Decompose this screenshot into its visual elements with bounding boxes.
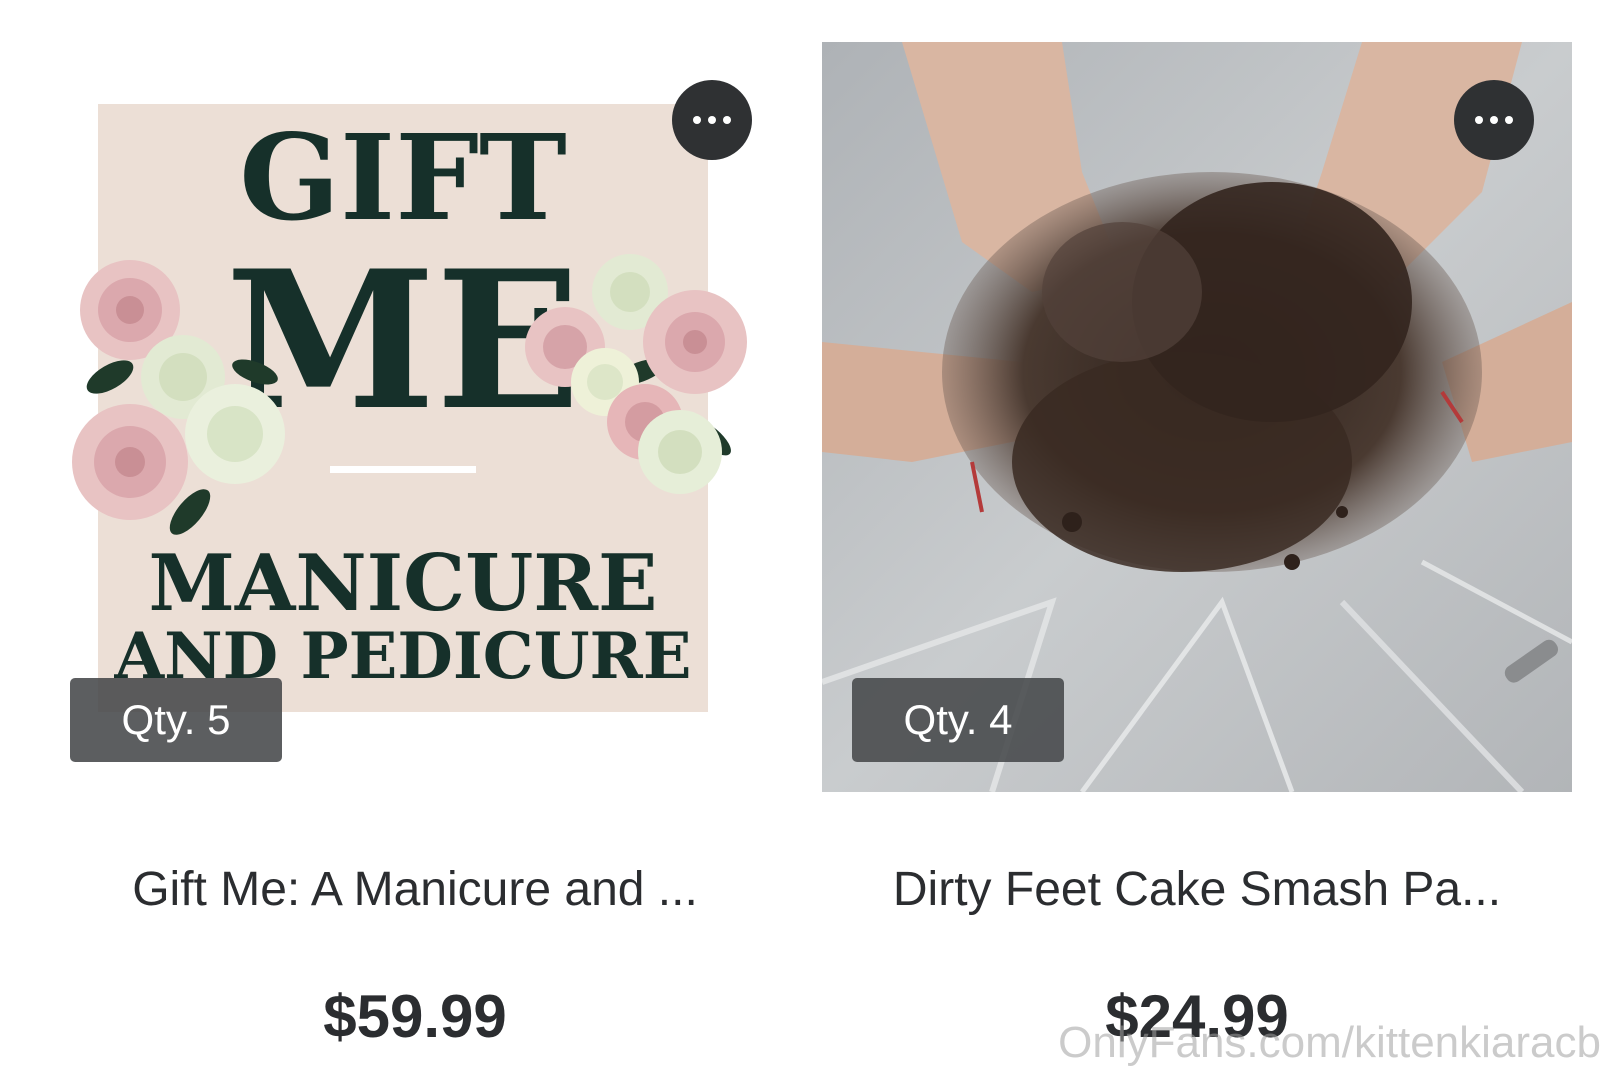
quantity-badge: Qty. 4 xyxy=(852,678,1064,762)
manicure-text: MANICURE xyxy=(148,538,657,629)
product-price: $59.99 xyxy=(323,983,507,1050)
product-title[interactable]: Dirty Feet Cake Smash Pa... xyxy=(822,862,1572,917)
product-card[interactable]: GIFT ME MANICURE AND PEDICURE Qty. 5 Gif… xyxy=(40,42,790,1052)
gift-text: GIFT xyxy=(239,108,567,247)
more-horizontal-icon xyxy=(693,116,731,124)
product-title[interactable]: Gift Me: A Manicure and ... xyxy=(40,862,790,917)
product-image[interactable]: Qty. 4 xyxy=(822,42,1572,792)
product-card[interactable]: Qty. 4 Dirty Feet Cake Smash Pa... $24.9… xyxy=(822,42,1572,1052)
product-grid: GIFT ME MANICURE AND PEDICURE Qty. 5 Gif… xyxy=(0,0,1605,1080)
quantity-badge: Qty. 5 xyxy=(70,678,282,762)
watermark-text: OnlyFans.com/kittenkiaracb xyxy=(1058,1018,1601,1067)
more-options-button[interactable] xyxy=(1454,80,1534,160)
more-options-button[interactable] xyxy=(672,80,752,160)
more-horizontal-icon xyxy=(1475,116,1513,124)
product-image[interactable]: GIFT ME MANICURE AND PEDICURE Qty. 5 xyxy=(40,42,790,792)
